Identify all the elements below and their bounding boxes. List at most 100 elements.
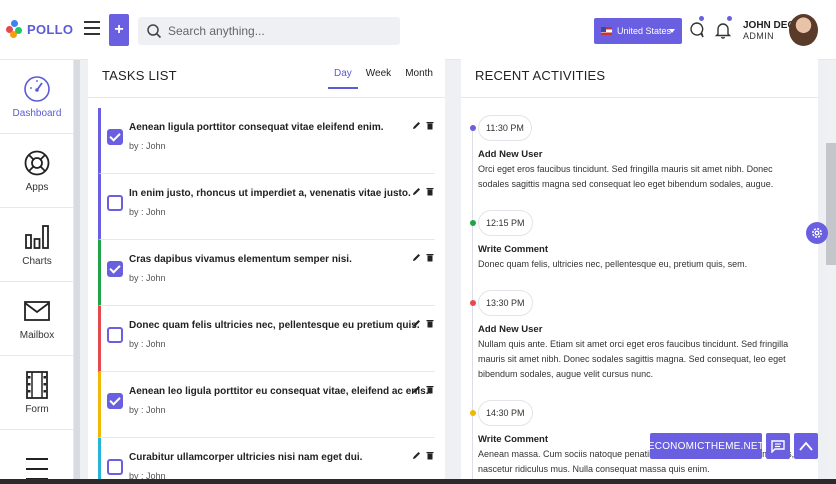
activity-time: 12:15 PM xyxy=(478,210,533,236)
pencil-icon[interactable] xyxy=(412,253,421,262)
tasks-tabs: Day Week Month xyxy=(328,68,441,89)
search-bar xyxy=(138,17,400,45)
pencil-icon[interactable] xyxy=(412,121,421,130)
activity-text: Donec quam felis, ultricies nec, pellent… xyxy=(478,259,748,269)
activity-title: Write Comment xyxy=(478,244,549,255)
tasks-title: TASKS LIST xyxy=(102,68,177,83)
user-name[interactable]: JOHN DEO xyxy=(743,20,795,31)
task-title: Aenean ligula porttitor consequat vitae … xyxy=(129,122,384,133)
bar-chart-icon xyxy=(25,224,49,249)
sidebar-item-charts[interactable]: Charts xyxy=(0,208,74,282)
scrollbar-thumb[interactable] xyxy=(826,143,836,265)
us-flag-icon xyxy=(601,27,612,35)
pencil-icon[interactable] xyxy=(412,451,421,460)
trash-icon[interactable] xyxy=(426,187,434,196)
chevron-up-icon xyxy=(799,441,813,451)
task-checkbox[interactable] xyxy=(107,327,123,343)
timeline-line xyxy=(472,128,473,484)
timeline-dot xyxy=(470,220,476,226)
activity-time: 13:30 PM xyxy=(478,290,533,316)
pencil-icon[interactable] xyxy=(412,187,421,196)
activity-title: Add New User xyxy=(478,324,543,335)
pencil-icon[interactable] xyxy=(412,385,421,394)
chat-icon xyxy=(771,439,785,453)
taskbar-edge xyxy=(0,479,836,484)
trash-icon[interactable] xyxy=(426,385,434,394)
scroll-to-top-button[interactable] xyxy=(794,433,818,459)
settings-button[interactable] xyxy=(806,222,828,244)
task-author: by : John xyxy=(129,405,166,415)
sidebar-item-label: Apps xyxy=(25,181,49,193)
task-title: Aenean leo ligula porttitor eu consequat… xyxy=(129,386,429,397)
task-item: Curabitur ullamcorper ultricies nisi nam… xyxy=(98,438,435,484)
task-title: Cras dapibus vivamus elementum semper ni… xyxy=(129,254,352,265)
sidebar: Dashboard Apps Charts Mailbox Form xyxy=(0,60,74,484)
task-checkbox[interactable] xyxy=(107,129,123,145)
task-checkbox[interactable] xyxy=(107,393,123,409)
task-title: Donec quam felis ultricies nec, pellente… xyxy=(129,320,420,331)
timeline-dot xyxy=(470,300,476,306)
sidebar-item-form[interactable]: Form xyxy=(0,356,74,430)
sidebar-item-mailbox[interactable]: Mailbox xyxy=(0,282,74,356)
tab-day[interactable]: Day xyxy=(328,68,358,89)
sidebar-item-more[interactable] xyxy=(0,430,74,484)
chevron-down-icon xyxy=(669,29,675,33)
activity-text: Nullam quis ante. Etiam sit amet orci eg… xyxy=(478,339,789,379)
country-select[interactable]: United States xyxy=(594,18,682,44)
film-form-icon xyxy=(26,370,48,399)
task-author: by : John xyxy=(129,207,166,217)
task-checkbox[interactable] xyxy=(107,261,123,277)
trash-icon[interactable] xyxy=(426,121,434,130)
task-item: Cras dapibus vivamus elementum semper ni… xyxy=(98,240,435,306)
add-button[interactable]: + xyxy=(109,14,129,46)
task-checkbox[interactable] xyxy=(107,459,123,475)
activity-title: Write Comment xyxy=(478,434,549,445)
task-title: Curabitur ullamcorper ultricies nisi nam… xyxy=(129,452,363,463)
sidebar-item-apps[interactable]: Apps xyxy=(0,134,74,208)
sidebar-item-label: Charts xyxy=(22,255,52,267)
timeline-dot xyxy=(470,410,476,416)
promo-button[interactable]: ECONOMICTHEME.NET xyxy=(648,433,764,459)
search-icon xyxy=(147,24,162,39)
notification-dot xyxy=(699,16,704,21)
sidebar-item-label: Form xyxy=(25,403,49,415)
task-author: by : John xyxy=(129,339,166,349)
bell-icon[interactable] xyxy=(714,20,732,40)
trash-icon[interactable] xyxy=(426,319,434,328)
task-item: Aenean leo ligula porttitor eu consequat… xyxy=(98,372,435,438)
lifebuoy-icon xyxy=(24,150,50,175)
sidebar-item-label: Mailbox xyxy=(19,329,55,341)
chat-button[interactable] xyxy=(766,433,790,459)
trash-icon[interactable] xyxy=(426,253,434,262)
notification-dot xyxy=(727,16,732,21)
sidebar-item-dashboard[interactable]: Dashboard xyxy=(0,60,74,134)
activity-time: 14:30 PM xyxy=(478,400,533,426)
timeline-dot xyxy=(470,125,476,131)
pencil-icon[interactable] xyxy=(412,319,421,328)
sidebar-scrollbar[interactable] xyxy=(74,60,80,484)
task-title: In enim justo, rhoncus ut imperdiet a, v… xyxy=(129,188,411,199)
divider xyxy=(88,97,445,98)
country-label: United States xyxy=(617,26,672,36)
menu-toggle-icon[interactable] xyxy=(84,21,100,35)
brand-name: POLLO xyxy=(27,21,74,37)
support-icon[interactable] xyxy=(688,20,706,40)
task-author: by : John xyxy=(129,273,166,283)
trash-icon[interactable] xyxy=(426,451,434,460)
activity-time: 11:30 PM xyxy=(478,115,532,141)
page-scrollbar[interactable] xyxy=(826,60,836,484)
logo[interactable]: POLLO xyxy=(6,20,73,38)
tasks-panel: TASKS LIST Day Week Month Aenean ligula … xyxy=(88,54,445,484)
activities-title: RECENT ACTIVITIES xyxy=(475,68,606,83)
task-item: Aenean ligula porttitor consequat vitae … xyxy=(98,108,435,174)
divider xyxy=(461,97,818,98)
search-input[interactable] xyxy=(168,24,388,38)
activity-text: Orci eget eros faucibus tincidunt. Sed f… xyxy=(478,164,774,189)
tab-month[interactable]: Month xyxy=(399,68,439,89)
activity-title: Add New User xyxy=(478,149,543,160)
tab-week[interactable]: Week xyxy=(360,68,397,89)
task-item: Donec quam felis ultricies nec, pellente… xyxy=(98,306,435,372)
avatar[interactable] xyxy=(789,14,818,46)
task-checkbox[interactable] xyxy=(107,195,123,211)
sidebar-item-label: Dashboard xyxy=(12,107,62,119)
